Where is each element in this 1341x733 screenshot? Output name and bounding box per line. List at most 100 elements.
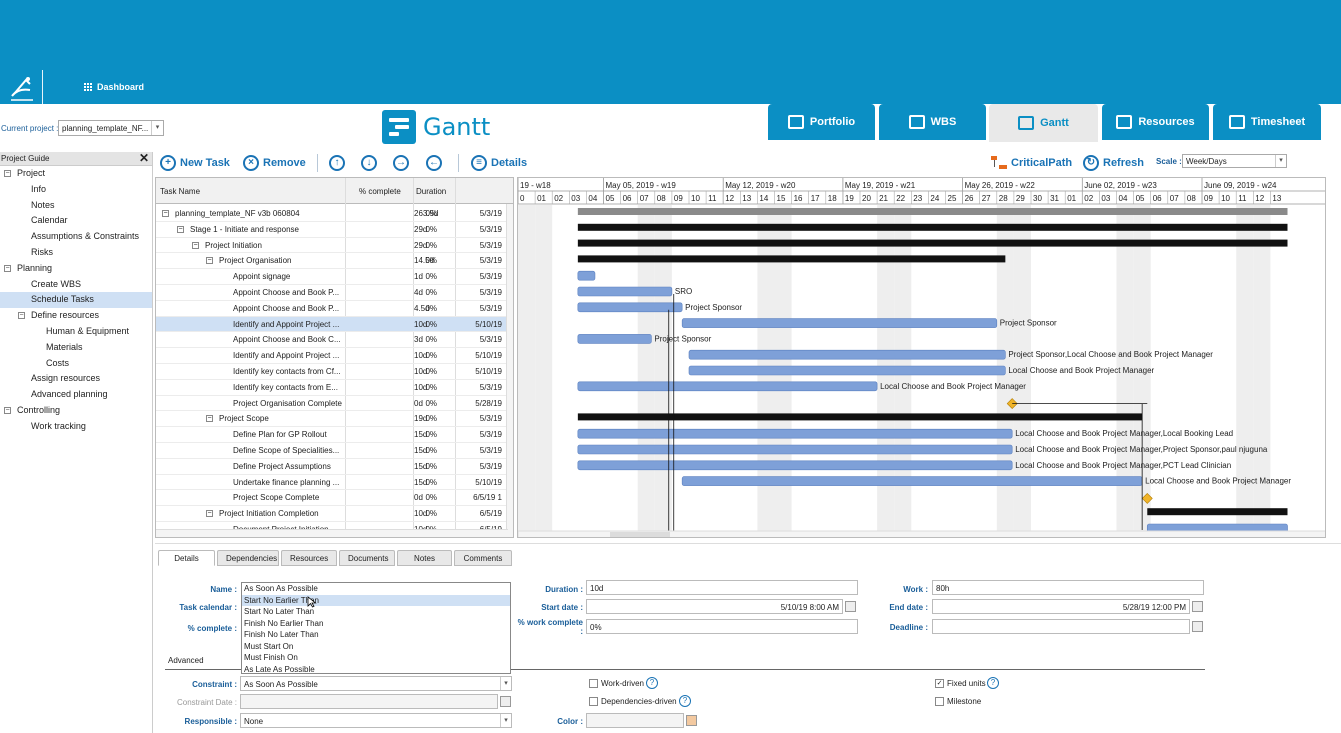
- column-header-pct-complete[interactable]: % complete: [359, 187, 401, 196]
- tab-resources[interactable]: Resources: [1102, 104, 1209, 140]
- scale-select[interactable]: Week/Days ▾: [1182, 154, 1287, 168]
- chevron-down-icon[interactable]: ▾: [1275, 155, 1286, 167]
- column-header-task-name[interactable]: Task Name: [160, 187, 200, 196]
- advanced-label[interactable]: Advanced: [168, 656, 204, 665]
- task-bar[interactable]: [688, 349, 1006, 360]
- table-row[interactable]: Identify and Appoint Project ... 0% 10d 5/1…: [156, 348, 508, 364]
- tab-comments[interactable]: Comments: [454, 550, 512, 566]
- tab-wbs[interactable]: WBS: [879, 104, 986, 140]
- sidebar-item[interactable]: Assumptions & Constraints: [0, 229, 152, 245]
- pct-work-field[interactable]: 0%: [586, 619, 858, 634]
- tab-portfolio[interactable]: Portfolio: [768, 104, 875, 140]
- task-bar[interactable]: [577, 302, 683, 313]
- collapse-toggle-icon[interactable]: −: [4, 406, 11, 414]
- work-field[interactable]: 80h: [932, 580, 1204, 595]
- constraint-option[interactable]: As Soon As Possible: [242, 583, 510, 595]
- constraint-option[interactable]: Must Start On: [242, 641, 510, 653]
- scrollbar-thumb[interactable]: [610, 532, 670, 538]
- sidebar-item[interactable]: Materials: [0, 340, 152, 356]
- task-bar[interactable]: [577, 428, 1013, 439]
- table-row[interactable]: Appoint signage 0% 1d 5/3/19: [156, 269, 508, 285]
- sidebar-item[interactable]: Info: [0, 182, 152, 198]
- sidebar-item[interactable]: Assign resources: [0, 371, 152, 387]
- table-row[interactable]: − Project Scope 0% 19d 5/3/19: [156, 411, 508, 428]
- task-bar[interactable]: [577, 286, 673, 297]
- task-bar[interactable]: [577, 381, 878, 392]
- collapse-toggle-icon[interactable]: −: [4, 170, 11, 177]
- new-task-button[interactable]: + New Task: [160, 154, 230, 172]
- constraint-option[interactable]: Finish No Later Than: [242, 629, 510, 641]
- collapse-toggle-icon[interactable]: −: [206, 510, 213, 518]
- move-down-button[interactable]: ↓: [361, 154, 377, 172]
- help-icon[interactable]: ?: [646, 677, 658, 689]
- constraint-option[interactable]: As Late As Possible: [242, 664, 510, 676]
- milestone-checkbox[interactable]: [935, 697, 944, 706]
- collapse-toggle-icon[interactable]: −: [4, 264, 11, 272]
- tab-timesheet[interactable]: Timesheet: [1213, 104, 1321, 140]
- column-header-duration[interactable]: Duration: [416, 187, 446, 196]
- calendar-icon[interactable]: [500, 696, 511, 707]
- close-icon[interactable]: ✕: [139, 151, 149, 165]
- outdent-button[interactable]: ←: [426, 154, 442, 172]
- work-driven-checkbox[interactable]: [589, 679, 598, 688]
- sidebar-item[interactable]: Create WBS: [0, 277, 152, 293]
- panel-splitter[interactable]: [155, 542, 1341, 545]
- summary-bar[interactable]: [577, 208, 1288, 215]
- table-row[interactable]: Appoint Choose and Book C... 0% 3d 5/3/19: [156, 332, 508, 349]
- remove-button[interactable]: × Remove: [243, 154, 306, 172]
- duration-field[interactable]: 10d: [586, 580, 858, 595]
- collapse-toggle-icon[interactable]: −: [18, 312, 25, 320]
- dashboard-link[interactable]: Dashboard: [84, 82, 144, 92]
- table-row[interactable]: − Project Initiation 0% 29d 5/3/19: [156, 238, 508, 254]
- constraint-date-field[interactable]: [240, 694, 511, 709]
- constraint-option[interactable]: Must Finish On: [242, 652, 510, 664]
- dependencies-driven-checkbox[interactable]: [589, 697, 598, 706]
- app-logo-icon[interactable]: [8, 70, 36, 104]
- table-row[interactable]: Undertake finance planning ... 0% 15d 5/10/…: [156, 475, 508, 491]
- constraint-dropdown-list[interactable]: As Soon As Possible Start No Earlier Tha…: [241, 582, 511, 674]
- color-field[interactable]: [586, 713, 697, 728]
- table-row[interactable]: Appoint Choose and Book P... 0% 4.5d 5/3/19: [156, 301, 508, 317]
- calendar-icon[interactable]: [1192, 601, 1203, 612]
- task-bar[interactable]: [577, 334, 652, 344]
- fixed-units-checkbox[interactable]: ✓: [935, 679, 944, 688]
- calendar-icon[interactable]: [845, 601, 856, 612]
- sidebar-item[interactable]: − Define resources: [0, 308, 152, 324]
- table-row[interactable]: − Project Initiation Completion 0% 10d 6/5/1…: [156, 506, 508, 522]
- collapse-toggle-icon[interactable]: −: [206, 257, 213, 265]
- constraint-option[interactable]: Finish No Earlier Than: [242, 618, 510, 630]
- help-icon[interactable]: ?: [679, 695, 691, 707]
- sidebar-item[interactable]: Advanced planning: [0, 387, 152, 403]
- table-row[interactable]: Appoint Choose and Book P... 0% 4d 5/3/19: [156, 285, 508, 301]
- sidebar-item[interactable]: Calendar: [0, 213, 152, 229]
- chevron-down-icon[interactable]: ▾: [500, 714, 511, 727]
- task-bar[interactable]: [681, 476, 1143, 486]
- task-bar[interactable]: [577, 460, 1013, 471]
- sidebar-item[interactable]: − Controlling: [0, 403, 152, 419]
- chevron-down-icon[interactable]: ▾: [151, 121, 163, 135]
- help-icon[interactable]: ?: [987, 677, 999, 689]
- table-row[interactable]: Define Scope of Specialities... 0% 15d 5/3/…: [156, 443, 508, 459]
- summary-bar[interactable]: [1147, 508, 1288, 516]
- table-row[interactable]: − planning_template_NF v3b 060804 0% 263.5d…: [156, 206, 508, 222]
- responsible-select[interactable]: None ▾: [240, 713, 512, 728]
- sidebar-item[interactable]: Work tracking: [0, 419, 152, 435]
- details-button[interactable]: ≡ Details: [471, 154, 527, 172]
- calendar-icon[interactable]: [1192, 621, 1203, 632]
- refresh-button[interactable]: ↻ Refresh: [1083, 154, 1144, 172]
- end-date-field[interactable]: 5/28/19 12:00 PM: [932, 599, 1203, 614]
- indent-button[interactable]: →: [393, 154, 409, 172]
- tab-documents[interactable]: Documents: [339, 550, 395, 566]
- table-row[interactable]: Define Plan for GP Rollout 0% 15d 5/3/19: [156, 427, 508, 443]
- table-row[interactable]: Project Scope Complete 0% 0d 6/5/19 1: [156, 490, 508, 507]
- collapse-toggle-icon[interactable]: −: [192, 241, 199, 249]
- sidebar-item[interactable]: Schedule Tasks: [0, 292, 152, 309]
- task-bar[interactable]: [577, 270, 596, 281]
- color-picker-icon[interactable]: [686, 715, 697, 726]
- chevron-down-icon[interactable]: ▾: [500, 677, 511, 690]
- summary-bar[interactable]: [577, 239, 1288, 247]
- summary-bar[interactable]: [577, 413, 1143, 421]
- sidebar-item[interactable]: Risks: [0, 245, 152, 261]
- deadline-field[interactable]: [932, 619, 1203, 634]
- collapse-toggle-icon[interactable]: −: [162, 210, 169, 217]
